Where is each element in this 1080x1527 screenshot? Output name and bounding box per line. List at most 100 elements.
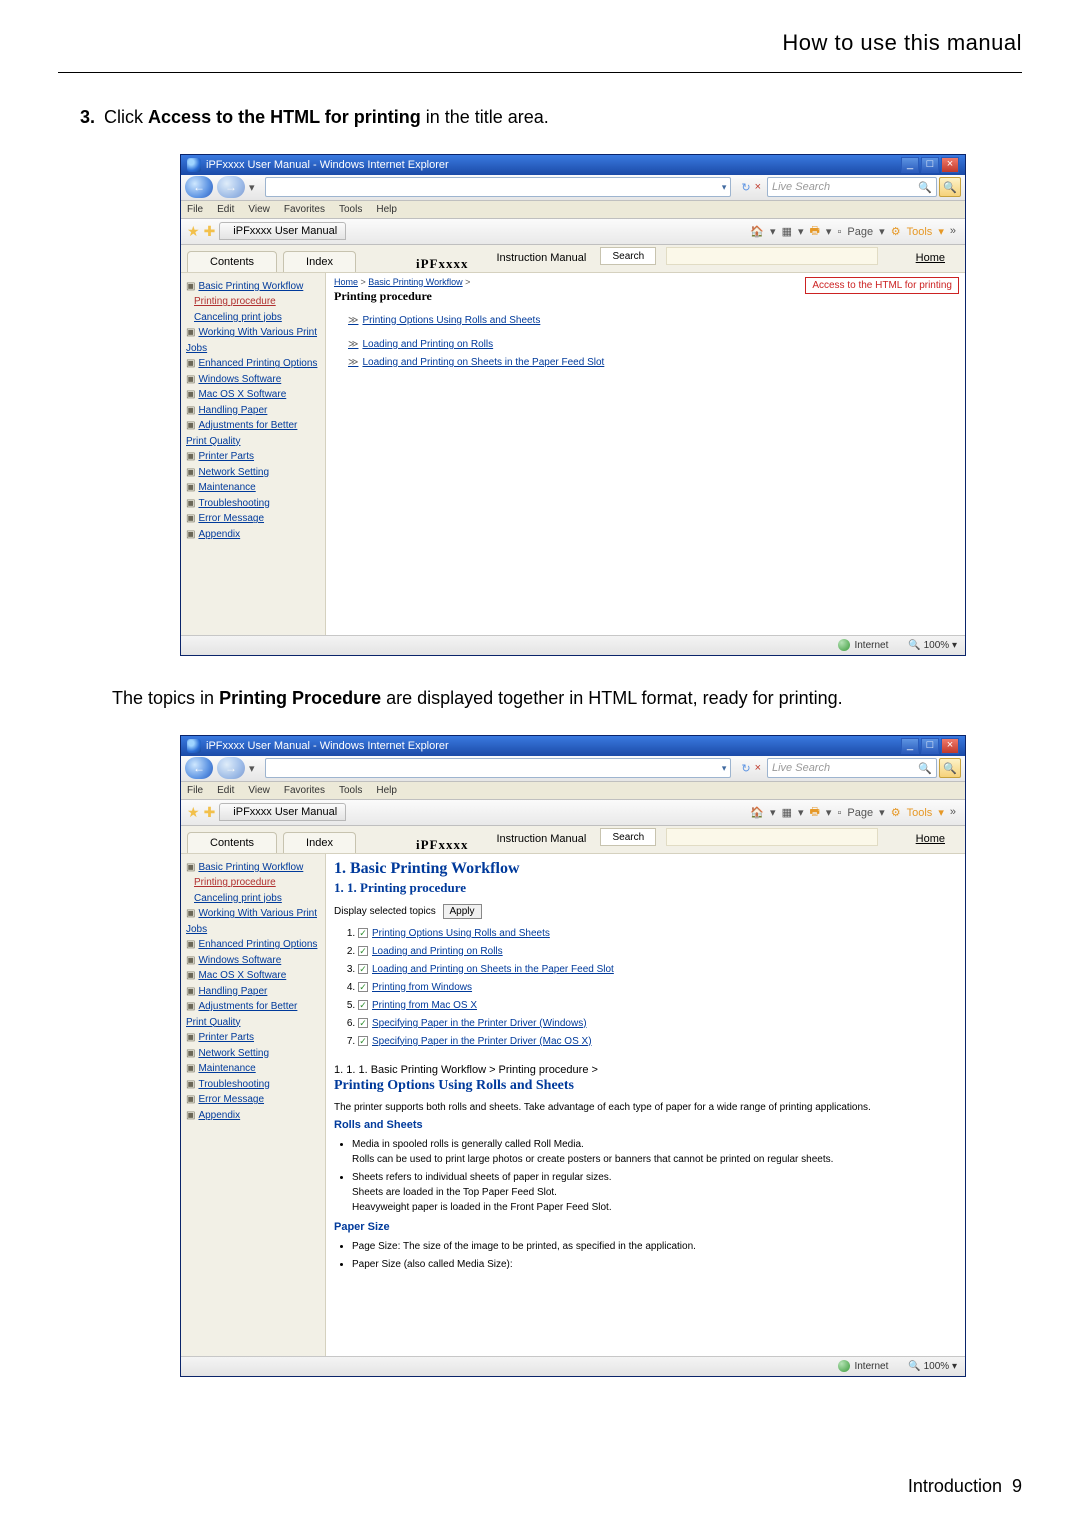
checkbox[interactable]: ✓ <box>358 946 368 956</box>
add-favorite-icon[interactable]: ✚ <box>204 804 216 821</box>
toc-item[interactable]: Working With Various Print Jobs <box>186 908 317 935</box>
toc-item[interactable]: Appendix <box>198 529 240 540</box>
zoom-level[interactable]: 🔍 100% ▾ <box>908 640 957 651</box>
toc-item[interactable]: Mac OS X Software <box>198 389 286 400</box>
ie-toolbar[interactable]: 🏠▾ ▦▾ 🖶▾ ▫ Page ▾ ⚙ Tools ▾ » <box>747 222 959 241</box>
topic-link[interactable]: Loading and Printing on Rolls <box>362 339 493 350</box>
zone-icon <box>838 1360 850 1372</box>
check-link[interactable]: Specifying Paper in the Printer Driver (… <box>372 1018 587 1029</box>
paragraph: The printer supports both rolls and shee… <box>334 1102 957 1113</box>
back-button[interactable]: ← <box>185 176 213 198</box>
ie-toolbar[interactable]: 🏠▾ ▦▾ 🖶▾ ▫ Page ▾ ⚙ Tools ▾ » <box>747 803 959 822</box>
search-go-button[interactable]: 🔍 <box>939 758 961 778</box>
toc-item[interactable]: Printer Parts <box>198 451 254 462</box>
zoom-level[interactable]: 🔍 100% ▾ <box>908 1361 957 1372</box>
topic-link[interactable]: Printing Options Using Rolls and Sheets <box>362 315 540 326</box>
toc-item[interactable]: Mac OS X Software <box>198 970 286 981</box>
toc-item[interactable]: Adjustments for Better Print Quality <box>186 1001 297 1028</box>
search-input[interactable] <box>666 828 877 846</box>
minimize-button[interactable]: _ <box>901 738 919 754</box>
toc-item[interactable]: Working With Various Print Jobs <box>186 327 317 354</box>
toc-item[interactable]: Enhanced Printing Options <box>198 939 317 950</box>
checkbox[interactable]: ✓ <box>358 928 368 938</box>
check-link[interactable]: Printing from Windows <box>372 982 472 993</box>
browser-tab[interactable]: iPFxxxx User Manual <box>219 222 346 240</box>
favorites-icon[interactable]: ★ <box>187 804 200 821</box>
toc-sub-printing-procedure[interactable]: Printing procedure <box>194 877 276 888</box>
toc-item[interactable]: Handling Paper <box>198 405 267 416</box>
manual-header: Contents Index iPFxxxx Instruction Manua… <box>181 826 965 854</box>
check-link[interactable]: Printing Options Using Rolls and Sheets <box>372 928 550 939</box>
close-button[interactable]: × <box>941 738 959 754</box>
search-button[interactable]: Search <box>600 247 656 265</box>
tab-index[interactable]: Index <box>283 832 356 853</box>
toc-item[interactable]: Error Message <box>198 1094 264 1105</box>
toc-item[interactable]: Error Message <box>198 513 264 524</box>
toc-item[interactable]: Maintenance <box>198 482 255 493</box>
checkbox[interactable]: ✓ <box>358 1000 368 1010</box>
addr-dropdown-icon[interactable]: ▾ <box>722 763 727 774</box>
forward-button[interactable]: → <box>217 176 245 198</box>
search-input[interactable] <box>666 247 877 265</box>
back-button[interactable]: ← <box>185 757 213 779</box>
manual-ui: Contents Index iPFxxxx Instruction Manua… <box>181 826 965 1356</box>
search-button[interactable]: Search <box>600 828 656 846</box>
feed-icon: ▦ <box>782 225 792 238</box>
address-bar[interactable]: ▾ <box>265 758 732 778</box>
check-link[interactable]: Loading and Printing on Rolls <box>372 946 503 957</box>
close-button[interactable]: × <box>941 157 959 173</box>
toc-item[interactable]: Printer Parts <box>198 1032 254 1043</box>
address-bar[interactable]: ▾ <box>265 177 732 197</box>
toc-sub-canceling[interactable]: Canceling print jobs <box>194 893 282 904</box>
toc-item[interactable]: Windows Software <box>198 955 281 966</box>
home-link[interactable]: Home <box>916 252 945 264</box>
maximize-button[interactable]: □ <box>921 157 939 173</box>
toc-item[interactable]: Adjustments for Better Print Quality <box>186 420 297 447</box>
toc-item[interactable]: Appendix <box>198 1110 240 1121</box>
content-panel: 1. Basic Printing Workflow 1. 1. Printin… <box>326 854 965 1356</box>
check-link[interactable]: Specifying Paper in the Printer Driver (… <box>372 1036 592 1047</box>
checkbox[interactable]: ✓ <box>358 964 368 974</box>
menu-bar[interactable]: FileEditViewFavoritesToolsHelp <box>181 201 965 219</box>
minimize-button[interactable]: _ <box>901 157 919 173</box>
toc-item[interactable]: Maintenance <box>198 1063 255 1074</box>
toc-item[interactable]: Basic Printing Workflow <box>198 281 303 292</box>
topic-list: ≫Printing Options Using Rolls and Sheets… <box>348 312 957 372</box>
apply-button[interactable]: Apply <box>443 904 482 919</box>
checkbox[interactable]: ✓ <box>358 1018 368 1028</box>
tab-contents[interactable]: Contents <box>187 832 277 853</box>
toc-item[interactable]: Network Setting <box>198 467 269 478</box>
maximize-button[interactable]: □ <box>921 738 939 754</box>
addr-dropdown-icon[interactable]: ▾ <box>722 182 727 193</box>
access-html-button[interactable]: Access to the HTML for printing <box>805 277 959 294</box>
live-search-box[interactable]: Live Search 🔍 <box>767 177 937 197</box>
tab-index[interactable]: Index <box>283 251 356 272</box>
toc-item[interactable]: Troubleshooting <box>198 498 269 509</box>
toc-item[interactable]: Enhanced Printing Options <box>198 358 317 369</box>
toc-item[interactable]: Network Setting <box>198 1048 269 1059</box>
forward-button[interactable]: → <box>217 757 245 779</box>
search-go-button[interactable]: 🔍 <box>939 177 961 197</box>
home-link[interactable]: Home <box>916 833 945 845</box>
check-link[interactable]: Printing from Mac OS X <box>372 1000 477 1011</box>
toc-item[interactable]: Troubleshooting <box>198 1079 269 1090</box>
add-favorite-icon[interactable]: ✚ <box>204 223 216 240</box>
favorites-icon[interactable]: ★ <box>187 223 200 240</box>
toc-sub-canceling[interactable]: Canceling print jobs <box>194 312 282 323</box>
topic-checklist: ✓ Printing Options Using Rolls and Sheets… <box>358 925 957 1050</box>
toc-item[interactable]: Basic Printing Workflow <box>198 862 303 873</box>
checkbox[interactable]: ✓ <box>358 982 368 992</box>
toc-sub-printing-procedure[interactable]: Printing procedure <box>194 296 276 307</box>
screenshot-1: iPFxxxx User Manual - Windows Internet E… <box>180 154 966 656</box>
toc-item[interactable]: Windows Software <box>198 374 281 385</box>
checkbox[interactable]: ✓ <box>358 1036 368 1046</box>
menu-bar[interactable]: FileEditViewFavoritesToolsHelp <box>181 782 965 800</box>
browser-tab[interactable]: iPFxxxx User Manual <box>219 803 346 821</box>
live-search-box[interactable]: Live Search🔍 <box>767 758 937 778</box>
toc-item[interactable]: Handling Paper <box>198 986 267 997</box>
followup-text: The topics in Printing Procedure are dis… <box>112 684 1000 713</box>
topic-link[interactable]: Loading and Printing on Sheets in the Pa… <box>362 357 604 368</box>
tab-contents[interactable]: Contents <box>187 251 277 272</box>
check-link[interactable]: Loading and Printing on Sheets in the Pa… <box>372 964 614 975</box>
manual-ui: Contents Index iPFxxxx Instruction Manua… <box>181 245 965 635</box>
